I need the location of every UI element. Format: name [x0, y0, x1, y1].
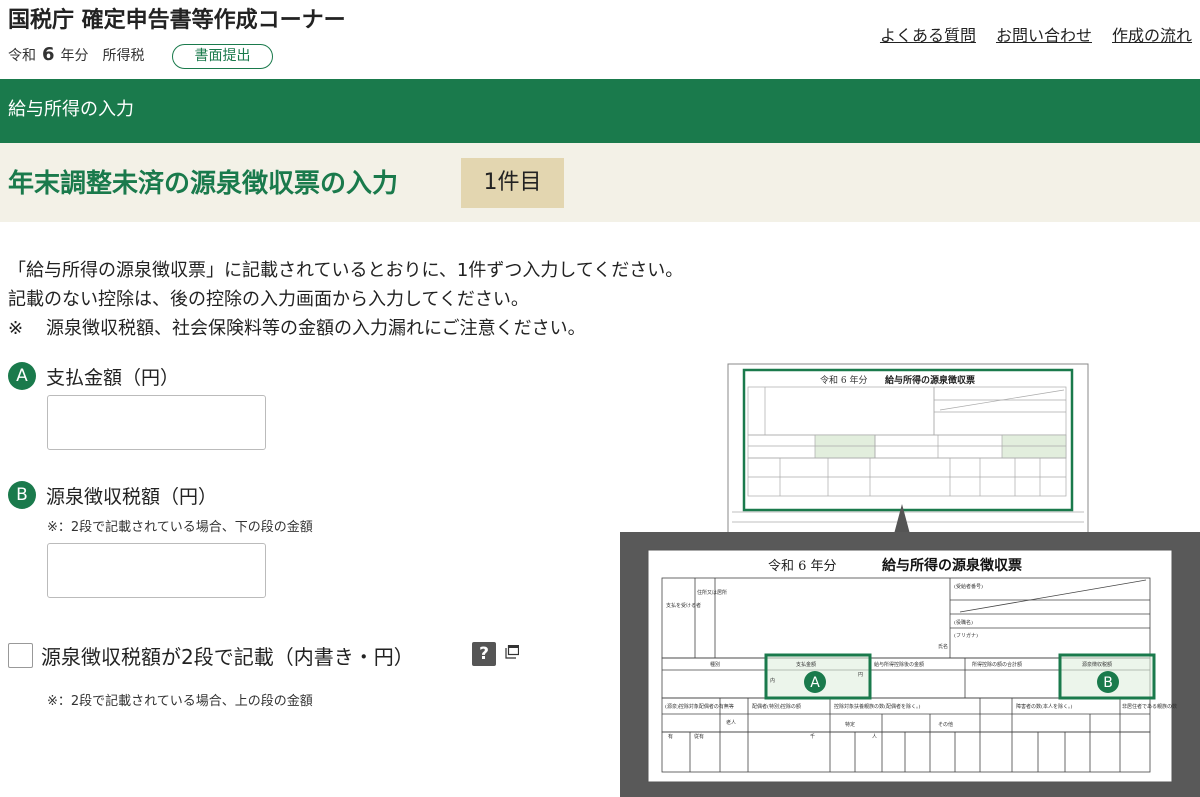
- payment-amount-input[interactable]: [47, 395, 266, 450]
- section-bar: 給与所得の入力: [0, 79, 1200, 143]
- open-window-icon[interactable]: [505, 645, 519, 659]
- two-tier-checkbox[interactable]: [8, 643, 33, 668]
- two-tier-note: ※：2段で記載されている場合、上の段の金額: [47, 694, 313, 709]
- instructions: 「給与所得の源泉徴収票」に記載されているとおりに、1件ずつ入力してください。 記…: [8, 256, 683, 343]
- tax-type: 所得税: [102, 47, 145, 64]
- slip-marker-a: A: [810, 675, 820, 691]
- cell-kana: (フリガナ): [954, 632, 978, 639]
- item-count-badge: 1件目: [461, 158, 564, 208]
- flow-link[interactable]: 作成の流れ: [1112, 22, 1200, 46]
- payment-amount-label-text: 支払金額（円）: [46, 366, 180, 389]
- small-slip-title: 給与所得の源泉徴収票: [885, 374, 975, 386]
- withholding-tax-label: B 源泉徴収税額（円）: [8, 481, 217, 509]
- era-label: 令和: [8, 47, 36, 64]
- cell-total-deduction: 所得控除の額の合計額: [972, 661, 1022, 668]
- instruction-line-3-text: 源泉徴収税額、社会保険料等の金額の入力漏れにご注意ください。: [46, 318, 586, 339]
- cell-type: 種別: [710, 661, 720, 668]
- cell-after-deduction: 給与所得控除後の金額: [874, 661, 924, 668]
- page-title: 年末調整未済の源泉徴収票の入力: [8, 169, 399, 199]
- cell-sub: 従有: [694, 733, 704, 740]
- instruction-line-2: 記載のない控除は、後の控除の入力画面から入力してください。: [8, 289, 529, 310]
- cell-nonresident: 非居住者である親族の数: [1122, 703, 1177, 710]
- small-slip-year: 令和 6 年分: [820, 374, 867, 386]
- year-number: 6: [42, 44, 55, 65]
- cell-yen: 円: [858, 672, 863, 678]
- two-tier-checkbox-row[interactable]: 源泉徴収税額が2段で記載（内書き・円）: [8, 641, 414, 670]
- withholding-slip-illustration: 令和 6 年分 給与所得の源泉徴収票 令和 6 年分 給与所得の源泉徴収票 A …: [620, 363, 1200, 797]
- year-info: 令和 6 年分 所得税: [8, 44, 145, 65]
- slip-marker-b: B: [1103, 675, 1113, 691]
- instruction-line-1: 「給与所得の源泉徴収票」に記載されているとおりに、1件ずつ入力してください。: [8, 260, 684, 281]
- cell-payment: 支払金額: [796, 661, 816, 668]
- cell-name: 氏名: [938, 643, 948, 650]
- withholding-tax-note: ※：2段で記載されている場合、下の段の金額: [47, 520, 313, 535]
- instruction-line-3: ※ 源泉徴収税額、社会保険料等の金額の入力漏れにご注意ください。: [8, 314, 683, 343]
- cell-other: その他: [938, 721, 953, 728]
- large-slip-year: 令和 6 年分: [768, 559, 837, 574]
- cell-spouse: (源泉)控除対象配偶者の有無等: [665, 703, 734, 710]
- large-slip-title: 給与所得の源泉徴収票: [882, 557, 1022, 574]
- cell-thousand: 千: [810, 733, 815, 740]
- note-mark: ※: [8, 318, 24, 339]
- cell-dependents: 控除対象扶養親族の数(配偶者を除く。): [834, 703, 920, 710]
- cell-address: 住所又は居所: [697, 589, 727, 596]
- cell-yes: 有: [668, 733, 673, 740]
- cell-person: 人: [872, 734, 877, 740]
- payment-amount-label: A 支払金額（円）: [8, 362, 179, 390]
- site-title: 国税庁 確定申告書等作成コーナー: [8, 8, 346, 33]
- submission-mode-badge: 書面提出: [172, 44, 273, 69]
- large-slip: 令和 6 年分 給与所得の源泉徴収票 A B 支払を受ける者 住所又は居所 種別…: [620, 532, 1200, 797]
- contact-link[interactable]: お問い合わせ: [996, 22, 1092, 46]
- marker-b-icon: B: [8, 481, 36, 509]
- withholding-tax-input[interactable]: [47, 543, 266, 598]
- cell-specific: 特定: [845, 721, 855, 728]
- cell-elderly: 老人: [726, 719, 736, 726]
- top-nav-links: よくある質問 お問い合わせ 作成の流れ: [880, 22, 1200, 46]
- withholding-tax-label-text: 源泉徴収税額（円）: [46, 485, 218, 508]
- cell-role: (役職名): [954, 619, 973, 626]
- title-band: 年末調整未済の源泉徴収票の入力 1件目: [0, 143, 1200, 222]
- cell-tax: 源泉徴収税額: [1082, 661, 1112, 668]
- cell-payee: 支払を受ける者: [666, 602, 701, 609]
- cell-spouse-special: 配偶者(特別)控除の額: [752, 703, 801, 710]
- two-tier-label[interactable]: 源泉徴収税額が2段で記載（内書き・円）: [41, 641, 414, 670]
- cell-disabled: 障害者の数(本人を除く。): [1016, 703, 1072, 710]
- faq-link[interactable]: よくある質問: [880, 22, 976, 46]
- cell-recipient-no: (受給者番号): [954, 583, 983, 590]
- year-suffix: 年分: [60, 47, 89, 64]
- marker-a-icon: A: [8, 362, 36, 390]
- cell-inner: 内: [770, 677, 775, 684]
- help-icon[interactable]: ?: [472, 642, 496, 666]
- small-slip: 令和 6 年分 給与所得の源泉徴収票: [727, 363, 1089, 535]
